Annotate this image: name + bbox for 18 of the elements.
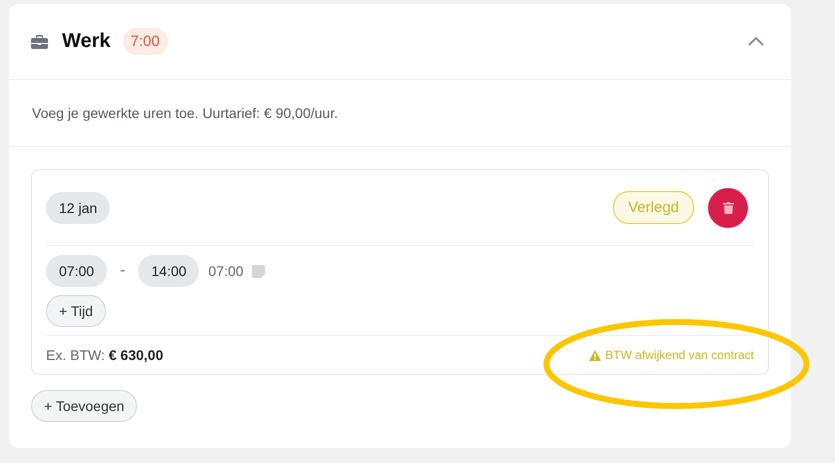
end-time-field[interactable]: 14:00 (138, 255, 200, 287)
duration-text: 07:00 (208, 263, 244, 279)
status-tag: Verlegd (613, 191, 694, 224)
date-pill[interactable]: 12 jan (46, 192, 110, 224)
add-button[interactable]: + Toevoegen (31, 390, 138, 422)
time-separator: - (120, 262, 126, 280)
hours-badge: 7:00 (122, 28, 168, 55)
chevron-up-icon[interactable] (747, 36, 765, 47)
total-text: Ex. BTW: € 630,00 (46, 347, 164, 363)
warning-text: BTW afwijkend van contract (605, 348, 754, 362)
warning-icon (589, 350, 602, 360)
trash-icon (722, 202, 734, 214)
delete-button[interactable] (708, 188, 748, 228)
start-time-field[interactable]: 07:00 (46, 255, 108, 287)
add-time-button[interactable]: + Tijd (46, 295, 106, 327)
briefcase-icon (31, 34, 48, 48)
description-text: Voeg je gewerkte uren toe. Uurtarief: € 90,00/uur. (32, 105, 338, 121)
section-title: Werk (62, 30, 111, 53)
